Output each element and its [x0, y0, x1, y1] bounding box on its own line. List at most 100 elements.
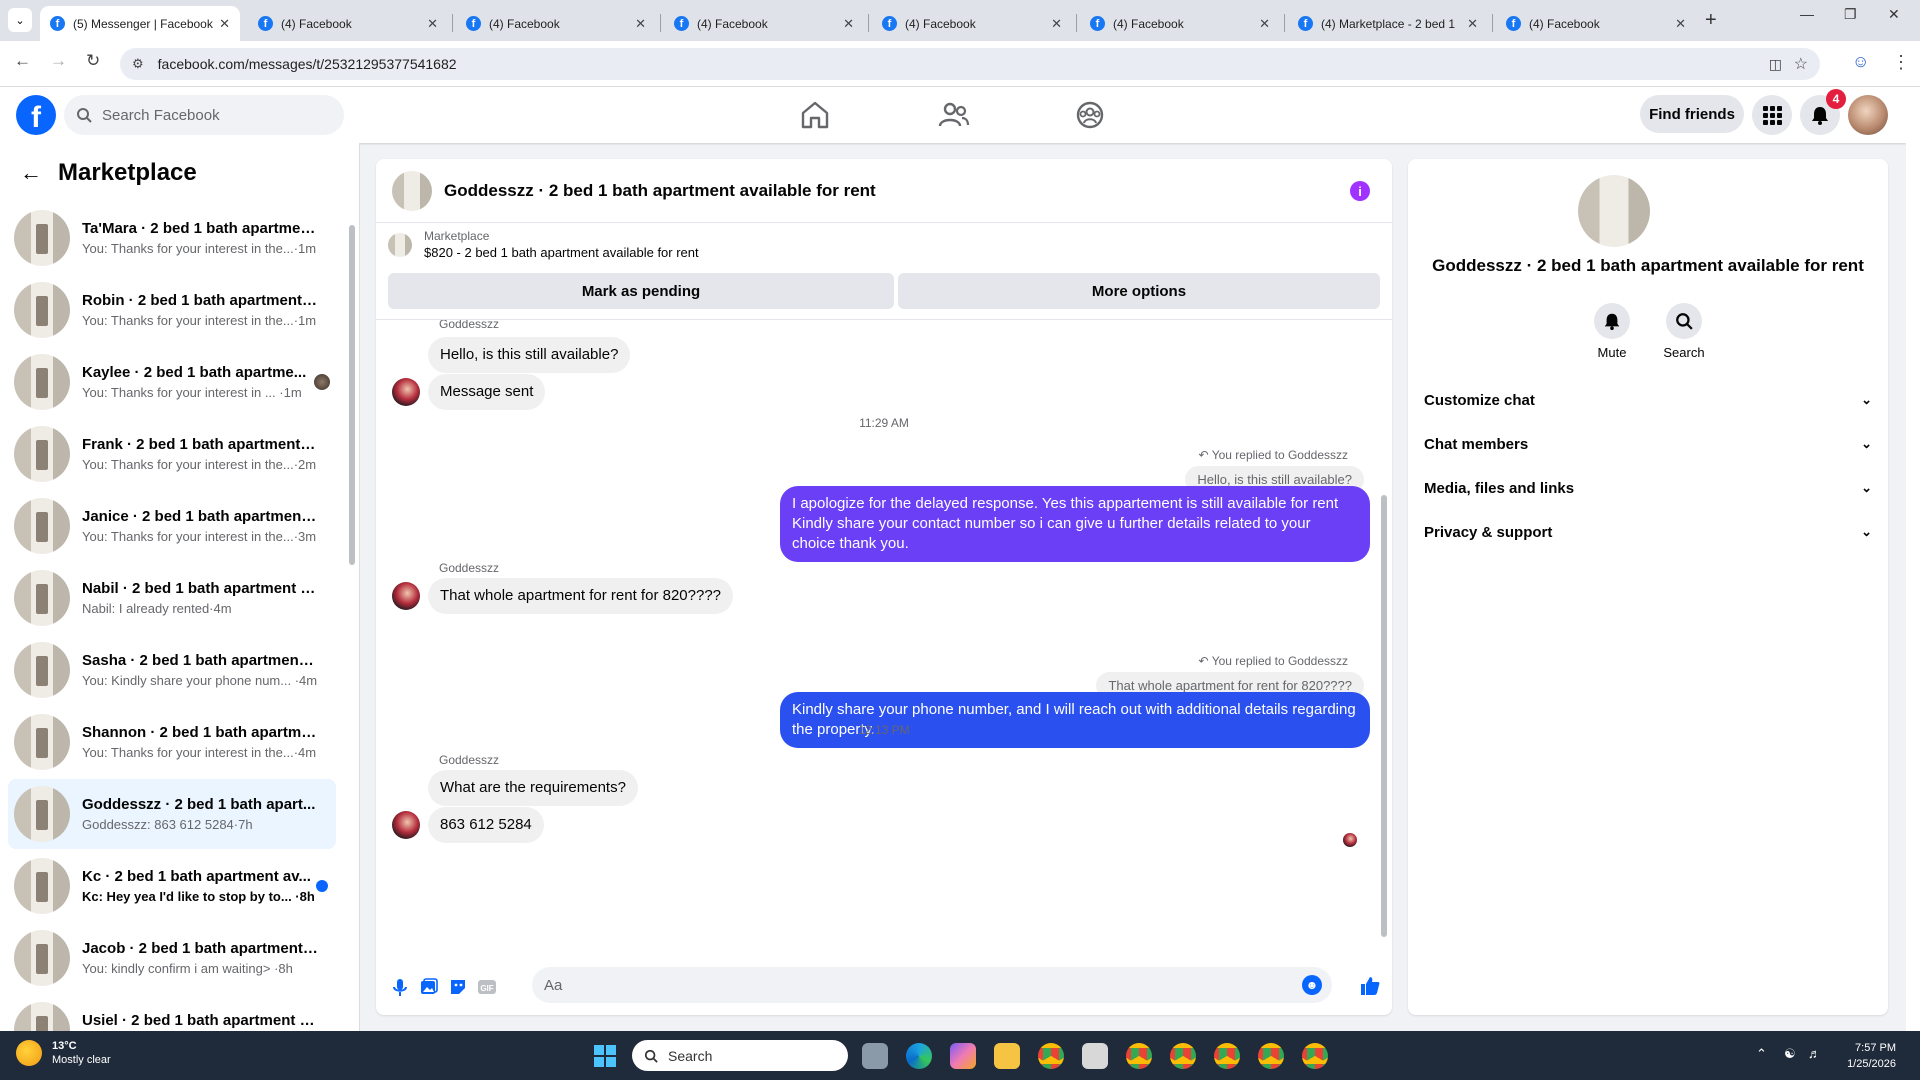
microphone-icon[interactable] — [390, 977, 410, 997]
mark-as-pending-button[interactable]: Mark as pending — [388, 273, 894, 309]
browser-tab[interactable]: f (4) Facebook ✕ — [1496, 6, 1696, 41]
browser-tab[interactable]: f (4) Facebook ✕ — [248, 6, 448, 41]
conversation-item[interactable]: Shannon · 2 bed 1 bath apartme... You: Th… — [8, 707, 336, 777]
find-friends-button[interactable]: Find friends — [1640, 95, 1744, 133]
outgoing-message[interactable]: I apologize for the delayed response. Ye… — [780, 486, 1370, 562]
wifi-icon[interactable]: ☯ — [1784, 1046, 1796, 1062]
privacy-support-row[interactable]: Privacy & support ⌄ — [1424, 514, 1872, 550]
details-avatar[interactable] — [1578, 175, 1650, 247]
conversation-item[interactable]: Kaylee · 2 bed 1 bath apartme... You: Tha… — [8, 347, 336, 417]
minimize-icon[interactable]: — — [1800, 6, 1814, 22]
mute-button[interactable]: Mute — [1582, 303, 1642, 360]
close-tab-icon[interactable]: ✕ — [635, 16, 646, 32]
search-in-chat-button[interactable]: Search — [1654, 303, 1714, 360]
browser-tab[interactable]: f (4) Facebook ✕ — [456, 6, 656, 41]
file-explorer-icon[interactable] — [994, 1043, 1020, 1069]
incoming-message[interactable]: That whole apartment for rent for 820???… — [428, 578, 734, 614]
conversation-item[interactable]: Goddesszz · 2 bed 1 bath apart... Goddess… — [8, 779, 336, 849]
back-arrow-icon[interactable]: ← — [14, 51, 31, 71]
close-tab-icon[interactable]: ✕ — [1467, 16, 1478, 32]
incoming-message[interactable]: Message sent — [428, 374, 546, 410]
incoming-message[interactable]: Hello, is this still available? — [428, 337, 631, 373]
tab-list-chevron-icon[interactable]: ⌄ — [8, 8, 32, 32]
customize-chat-row[interactable]: Customize chat ⌄ — [1424, 382, 1872, 418]
scrollbar-thumb[interactable] — [1381, 495, 1387, 937]
sender-avatar[interactable] — [392, 582, 420, 610]
like-thumb-icon[interactable] — [1359, 975, 1381, 997]
chrome-icon[interactable] — [1258, 1043, 1284, 1069]
account-avatar[interactable] — [1848, 95, 1888, 135]
url-field[interactable]: ⚙ facebook.com/messages/t/25321295377541… — [120, 48, 1820, 80]
marketplace-listing-info[interactable]: Marketplace $820 - 2 bed 1 bath apartmen… — [388, 229, 699, 260]
sidebar-scrollbar[interactable] — [348, 211, 356, 971]
chrome-icon[interactable] — [1302, 1043, 1328, 1069]
menu-grid-button[interactable] — [1752, 95, 1792, 135]
tray-chevron-up-icon[interactable]: ⌃ — [1756, 1046, 1767, 1062]
close-tab-icon[interactable]: ✕ — [1259, 16, 1270, 32]
incoming-message[interactable]: 863 612 5284 — [428, 807, 544, 843]
browser-tab[interactable]: f (4) Marketplace - 2 bed 1 ✕ — [1288, 6, 1488, 41]
chat-avatar[interactable] — [392, 170, 432, 211]
volume-icon[interactable]: ♬ — [1808, 1046, 1821, 1061]
close-tab-icon[interactable]: ✕ — [1051, 16, 1062, 32]
gif-icon[interactable]: GIF — [477, 977, 497, 997]
chrome-icon[interactable] — [1170, 1043, 1196, 1069]
forward-arrow-icon[interactable]: → — [50, 51, 67, 71]
conversation-item[interactable]: Robin · 2 bed 1 bath apartment ... You: T… — [8, 275, 336, 345]
task-view-icon[interactable] — [862, 1043, 888, 1069]
sticker-icon[interactable] — [448, 977, 468, 997]
browser-menu-icon[interactable]: ⋮ — [1892, 52, 1910, 73]
reload-icon[interactable]: ↻ — [86, 51, 100, 71]
windows-start-icon[interactable] — [594, 1045, 616, 1067]
restore-icon[interactable]: ❐ — [1844, 6, 1857, 23]
browser-tab[interactable]: f (4) Facebook ✕ — [1080, 6, 1280, 41]
conversation-item[interactable]: Kc · 2 bed 1 bath apartment av... Kc: Hey… — [8, 851, 336, 921]
conversation-item[interactable]: Sasha · 2 bed 1 bath apartment ... You: K… — [8, 635, 336, 705]
chat-title[interactable]: Goddesszz · 2 bed 1 bath apartment avail… — [444, 181, 876, 201]
emoji-icon[interactable]: ☻ — [1302, 975, 1322, 995]
browser-profile-icon[interactable]: ☺ — [1852, 52, 1869, 72]
new-tab-plus-icon[interactable]: + — [1705, 9, 1717, 32]
conversation-item[interactable]: Usiel · 2 bed 1 bath apartment a...You: … — [8, 995, 336, 1031]
system-clock[interactable]: 7:57 PM 1/25/2026 — [1836, 1040, 1896, 1072]
notepad-icon[interactable] — [1082, 1043, 1108, 1069]
conversation-item[interactable]: Ta'Mara · 2 bed 1 bath apartmen... You: T… — [8, 203, 336, 273]
home-icon[interactable] — [798, 99, 832, 131]
copilot-icon[interactable] — [950, 1043, 976, 1069]
friends-icon[interactable] — [937, 99, 971, 131]
incoming-message[interactable]: What are the requirements? — [428, 770, 638, 806]
conversation-item[interactable]: Janice · 2 bed 1 bath apartment ... You: … — [8, 491, 336, 561]
message-input[interactable]: Aa ☻ — [532, 967, 1332, 1003]
chat-members-row[interactable]: Chat members ⌄ — [1424, 426, 1872, 462]
photo-icon[interactable] — [419, 977, 439, 997]
conversation-item[interactable]: Frank · 2 bed 1 bath apartment a... You: … — [8, 419, 336, 489]
weather-widget[interactable]: 13°C Mostly clear — [16, 1040, 111, 1066]
facebook-logo-icon[interactable]: f — [16, 95, 56, 135]
browser-tab[interactable]: f (5) Messenger | Facebook ✕ — [40, 6, 240, 41]
sender-avatar[interactable] — [392, 378, 420, 406]
back-arrow-icon[interactable]: ← — [20, 160, 42, 186]
site-settings-icon[interactable]: ⚙ — [132, 56, 144, 72]
taskbar-search[interactable]: Search — [632, 1040, 848, 1071]
groups-icon[interactable] — [1073, 99, 1107, 131]
bookmark-star-icon[interactable]: ☆ — [1794, 54, 1808, 74]
chrome-icon[interactable] — [1038, 1043, 1064, 1069]
close-tab-icon[interactable]: ✕ — [427, 16, 438, 32]
edge-icon[interactable] — [906, 1043, 932, 1069]
close-tab-icon[interactable]: ✕ — [219, 16, 230, 32]
media-files-links-row[interactable]: Media, files and links ⌄ — [1424, 470, 1872, 506]
facebook-search-input[interactable]: Search Facebook — [64, 95, 344, 135]
sender-avatar[interactable] — [392, 811, 420, 839]
conversation-item[interactable]: Nabil · 2 bed 1 bath apartment a... Nabil… — [8, 563, 336, 633]
page-scrollbar[interactable] — [1906, 87, 1920, 1031]
close-tab-icon[interactable]: ✕ — [843, 16, 854, 32]
close-window-icon[interactable]: ✕ — [1888, 6, 1900, 23]
scrollbar-thumb[interactable] — [349, 225, 355, 565]
chrome-icon[interactable] — [1126, 1043, 1152, 1069]
more-options-button[interactable]: More options — [898, 273, 1380, 309]
install-app-icon[interactable]: ◫ — [1769, 56, 1782, 73]
conversation-info-icon[interactable]: i — [1350, 181, 1370, 201]
close-tab-icon[interactable]: ✕ — [1675, 16, 1686, 32]
outgoing-message[interactable]: Kindly share your phone number, and I wi… — [780, 692, 1370, 748]
browser-tab[interactable]: f (4) Facebook ✕ — [872, 6, 1072, 41]
